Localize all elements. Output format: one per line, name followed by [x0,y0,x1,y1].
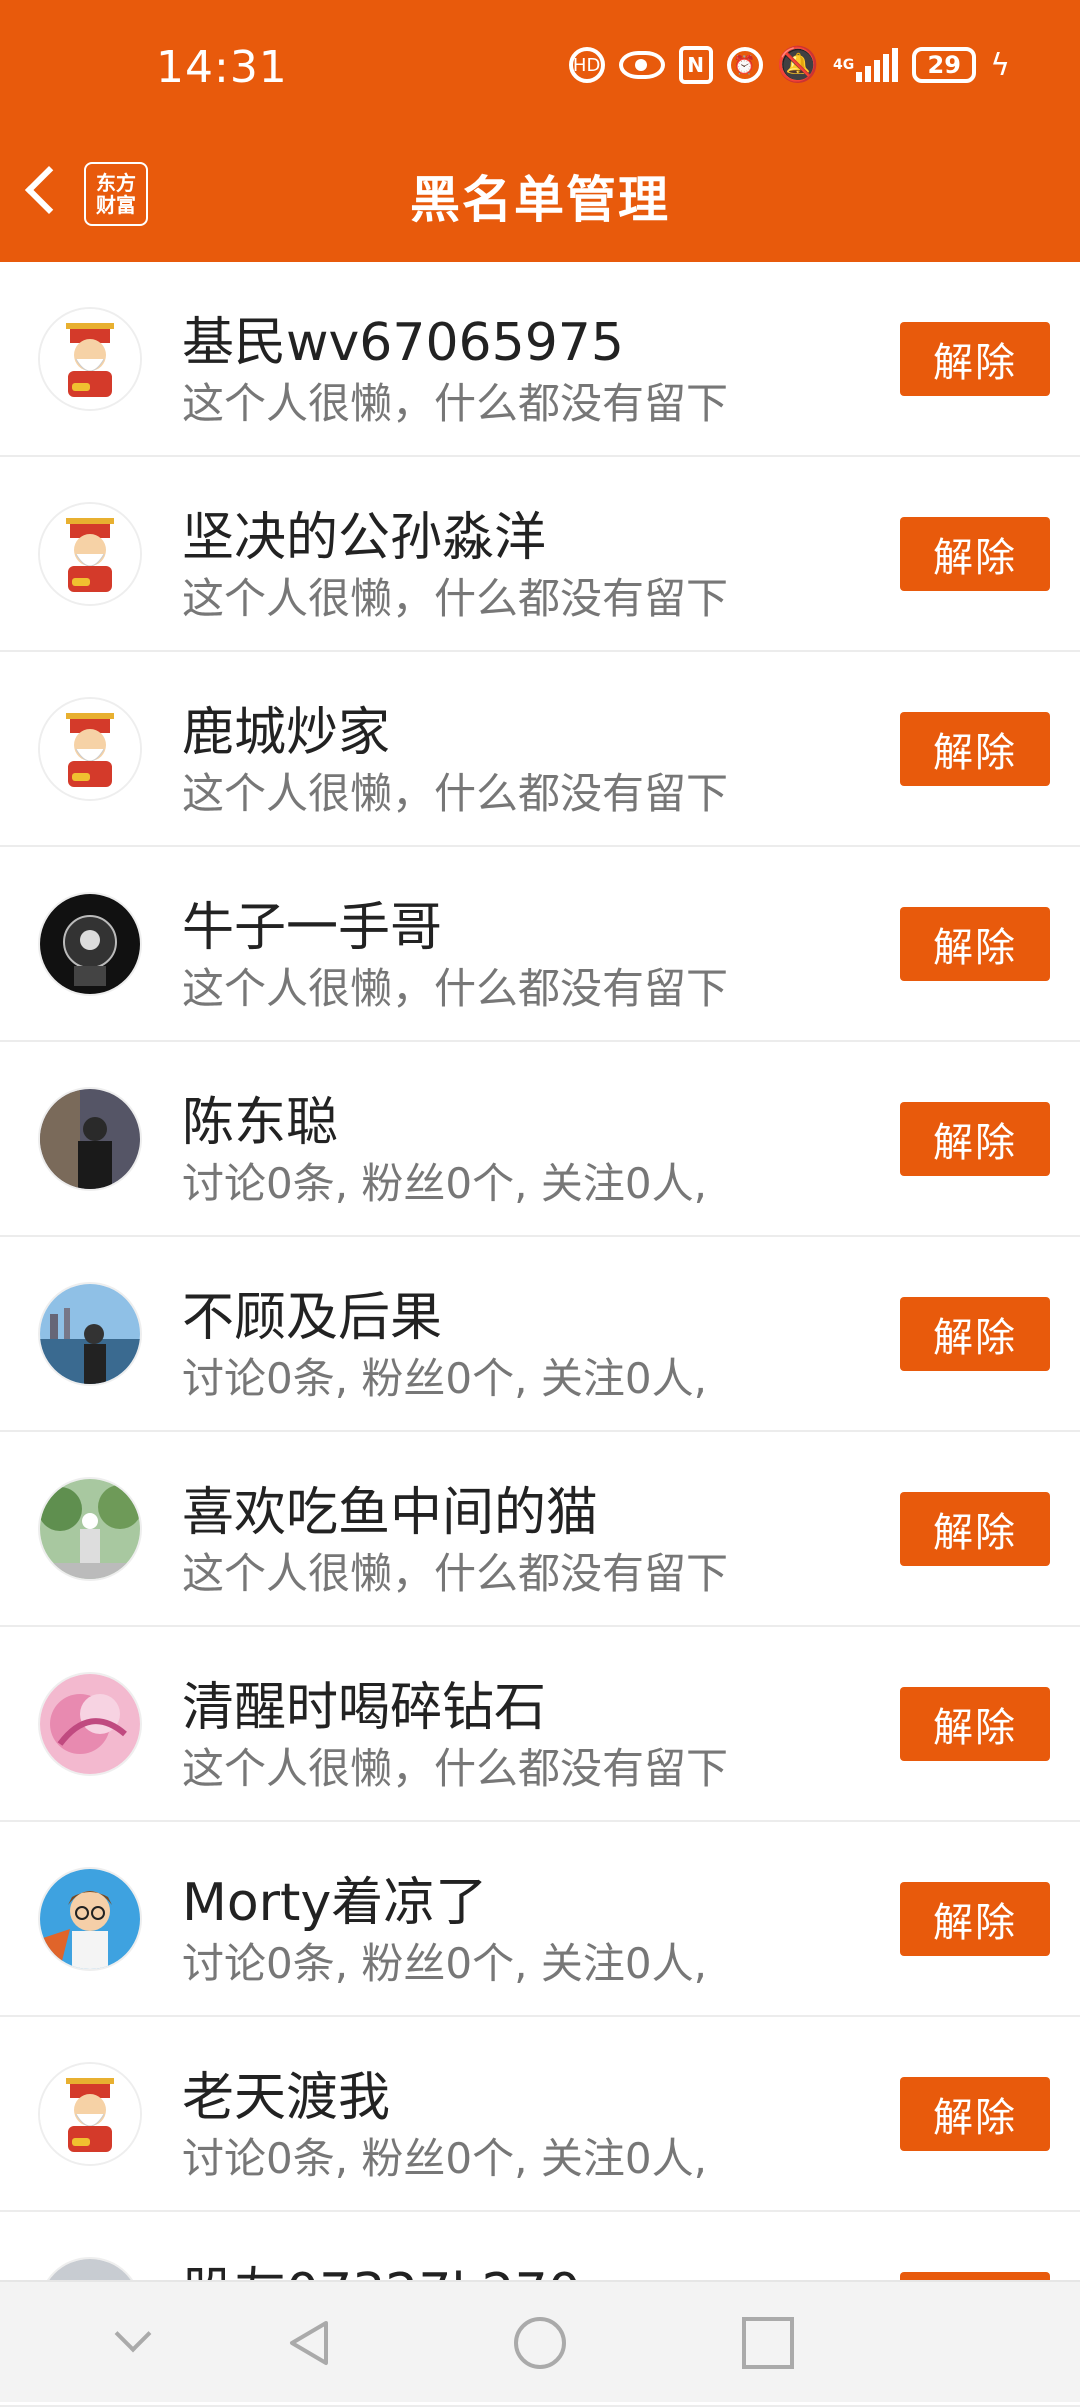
remove-button[interactable]: 解除 [900,1492,1050,1566]
nav-home-icon[interactable] [514,2317,566,2369]
alarm-icon: ⏰ [726,47,763,83]
avatar[interactable] [38,2062,142,2166]
list-item[interactable]: 不顾及后果讨论0条, 粉丝0个, 关注0人, 解除 [0,1237,1080,1432]
user-name: 基民wv67065975 [182,313,624,373]
remove-button[interactable]: 解除 [900,1297,1050,1371]
list-item[interactable]: 清醒时喝碎钻石这个人很懒，什么都没有留下 解除 [0,1627,1080,1822]
remove-button[interactable]: 解除 [900,1687,1050,1761]
user-bio: 讨论0条, 粉丝0个, 关注0人, [182,1939,707,1988]
user-bio: 讨论0条, 粉丝0个, 关注0人, [182,1354,707,1403]
avatar[interactable] [38,502,142,606]
avatar[interactable] [38,1672,142,1776]
battery-icon: 29 [912,47,977,83]
hd-call-icon: HD [568,47,605,83]
status-icons: HD N ⏰ 🔕 4G 29 ϟ [568,45,1010,85]
page-title: 黑名单管理 [410,171,670,229]
user-bio: 这个人很懒，什么都没有留下 [182,769,729,818]
mute-bell-icon: 🔕 [776,45,819,85]
user-name: 坚决的公孙淼洋 [182,508,547,568]
remove-button[interactable]: 解除 [900,322,1050,396]
user-bio: 这个人很懒，什么都没有留下 [182,1549,729,1598]
user-name: 不顾及后果 [182,1288,443,1348]
avatar[interactable] [38,307,142,411]
remove-button[interactable]: 解除 [900,2077,1050,2151]
collapse-down-icon[interactable] [108,2317,160,2369]
blacklist: 基民wv67065975 这个人很懒，什么都没有留下 解除 坚决的公孙淼洋 这个人很懒，… [0,262,1080,2407]
status-time: 14:31 [156,42,288,93]
charging-icon: ϟ [990,47,1010,83]
list-item[interactable]: 喜欢吃鱼中间的猫这个人很懒，什么都没有留下 解除 [0,1432,1080,1627]
user-name: 牛子一手哥 [182,898,443,958]
nav-back-icon[interactable] [282,2317,334,2369]
list-item[interactable]: 陈东聪讨论0条, 粉丝0个, 关注0人, 解除 [0,1042,1080,1237]
nav-recents-icon[interactable] [742,2317,794,2369]
user-name: 鹿城炒家 [182,703,391,763]
user-bio: 这个人很懒，什么都没有留下 [182,574,729,623]
user-name: 陈东聪 [182,1093,339,1153]
list-item[interactable]: 老天渡我讨论0条, 粉丝0个, 关注0人, 解除 [0,2017,1080,2212]
remove-button[interactable]: 解除 [900,517,1050,591]
eye-comfort-icon [618,51,665,79]
avatar[interactable] [38,1087,142,1191]
user-name: Morty着凉了 [182,1873,488,1933]
list-item[interactable]: 基民wv67065975 这个人很懒，什么都没有留下 解除 [0,262,1080,457]
user-bio: 讨论0条, 粉丝0个, 关注0人, [182,1159,707,1208]
avatar[interactable] [38,1867,142,1971]
user-name: 清醒时喝碎钻石 [182,1678,547,1738]
system-navigation-bar [0,2280,1080,2402]
user-name: 老天渡我 [182,2068,391,2128]
avatar[interactable] [38,697,142,801]
list-item[interactable]: 鹿城炒家这个人很懒，什么都没有留下 解除 [0,652,1080,847]
header-bar: 14:31 HD N ⏰ 🔕 4G 29 ϟ 东方 财富 黑名单管理 [0,0,1080,262]
nfc-icon: N [678,46,713,84]
list-item[interactable]: 坚决的公孙淼洋这个人很懒，什么都没有留下 解除 [0,457,1080,652]
avatar[interactable] [38,1282,142,1386]
avatar[interactable] [38,892,142,996]
user-name: 喜欢吃鱼中间的猫 [182,1483,599,1543]
user-bio: 这个人很懒，什么都没有留下 [182,1744,729,1793]
list-item[interactable]: 牛子一手哥这个人很懒，什么都没有留下 解除 [0,847,1080,1042]
cellular-signal-icon: 4G [833,48,899,82]
remove-button[interactable]: 解除 [900,1882,1050,1956]
list-item[interactable]: Morty着凉了讨论0条, 粉丝0个, 关注0人, 解除 [0,1822,1080,2017]
user-bio: 这个人很懒，什么都没有留下 [182,964,729,1013]
avatar[interactable] [38,1477,142,1581]
remove-button[interactable]: 解除 [900,712,1050,786]
remove-button[interactable]: 解除 [900,1102,1050,1176]
remove-button[interactable]: 解除 [900,907,1050,981]
user-bio: 这个人很懒，什么都没有留下 [182,379,729,428]
user-bio: 讨论0条, 粉丝0个, 关注0人, [182,2134,707,2183]
